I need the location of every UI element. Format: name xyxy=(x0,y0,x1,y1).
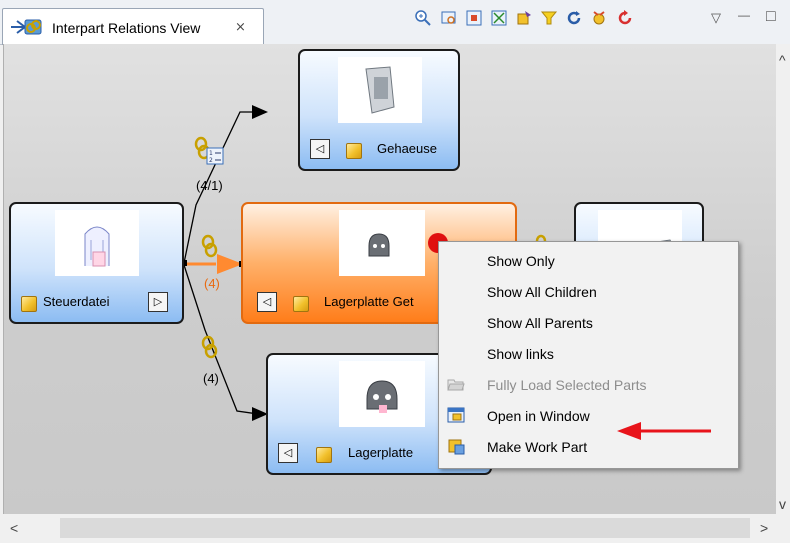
menu-item-show-links[interactable]: Show links xyxy=(487,346,554,362)
folder-open-icon xyxy=(447,375,465,393)
part-thumbnail xyxy=(339,210,425,276)
node-label: Lagerplatte Get xyxy=(324,294,414,309)
numbered-list-icon: 12 xyxy=(206,147,224,165)
menu-item-open-in-window[interactable]: Open in Window xyxy=(487,408,590,424)
svg-text:1: 1 xyxy=(209,150,213,157)
part-thumbnail xyxy=(338,57,422,123)
scroll-up-icon[interactable]: ^ xyxy=(779,52,786,68)
expand-parents-button[interactable]: ◁ xyxy=(257,292,277,312)
svg-text:2: 2 xyxy=(209,157,213,164)
part-cube-icon xyxy=(346,143,362,159)
edge-label-bottom: (4) xyxy=(203,371,219,386)
menu-item-show-only[interactable]: Show Only xyxy=(487,253,555,269)
open-window-icon xyxy=(447,406,465,424)
link-chain-icon xyxy=(200,234,220,258)
menu-item-show-all-parents[interactable]: Show All Parents xyxy=(487,315,593,331)
link-chain-icon xyxy=(200,335,220,359)
expand-parents-button[interactable]: ◁ xyxy=(310,139,330,159)
vertical-scrollbar[interactable] xyxy=(776,44,790,514)
part-cube-icon xyxy=(293,296,309,312)
node-label: Steuerdatei xyxy=(43,294,110,309)
menu-item-fully-load-selected-parts: Fully Load Selected Parts xyxy=(487,377,647,393)
edge-arrowhead-top xyxy=(252,105,268,119)
menu-item-show-all-children[interactable]: Show All Children xyxy=(487,284,597,300)
scroll-down-icon[interactable]: v xyxy=(779,496,786,512)
part-thumbnail xyxy=(339,361,425,427)
menu-item-make-work-part[interactable]: Make Work Part xyxy=(487,439,587,455)
expand-parents-button[interactable]: ◁ xyxy=(278,443,298,463)
make-work-part-icon xyxy=(447,437,465,455)
node-label: Gehaeuse xyxy=(377,141,437,156)
edge-label-top: (4/1) xyxy=(196,178,223,193)
part-cube-icon xyxy=(316,447,332,463)
scroll-right-icon[interactable]: > xyxy=(760,520,768,536)
expand-children-button[interactable]: ▷ xyxy=(148,292,168,312)
part-cube-icon xyxy=(21,296,37,312)
node-label: Lagerplatte xyxy=(348,445,414,460)
scroll-left-icon[interactable]: < xyxy=(10,520,18,536)
node-gehaeuse[interactable]: ◁ Gehaeuse xyxy=(298,49,460,171)
annotation-arrow-icon xyxy=(617,422,711,440)
node-steuerdatei[interactable]: Steuerdatei ▷ xyxy=(9,202,184,324)
horizontal-scroll-thumb[interactable] xyxy=(60,518,750,538)
edge-label-middle: (4) xyxy=(204,276,220,291)
part-thumbnail xyxy=(55,210,139,276)
